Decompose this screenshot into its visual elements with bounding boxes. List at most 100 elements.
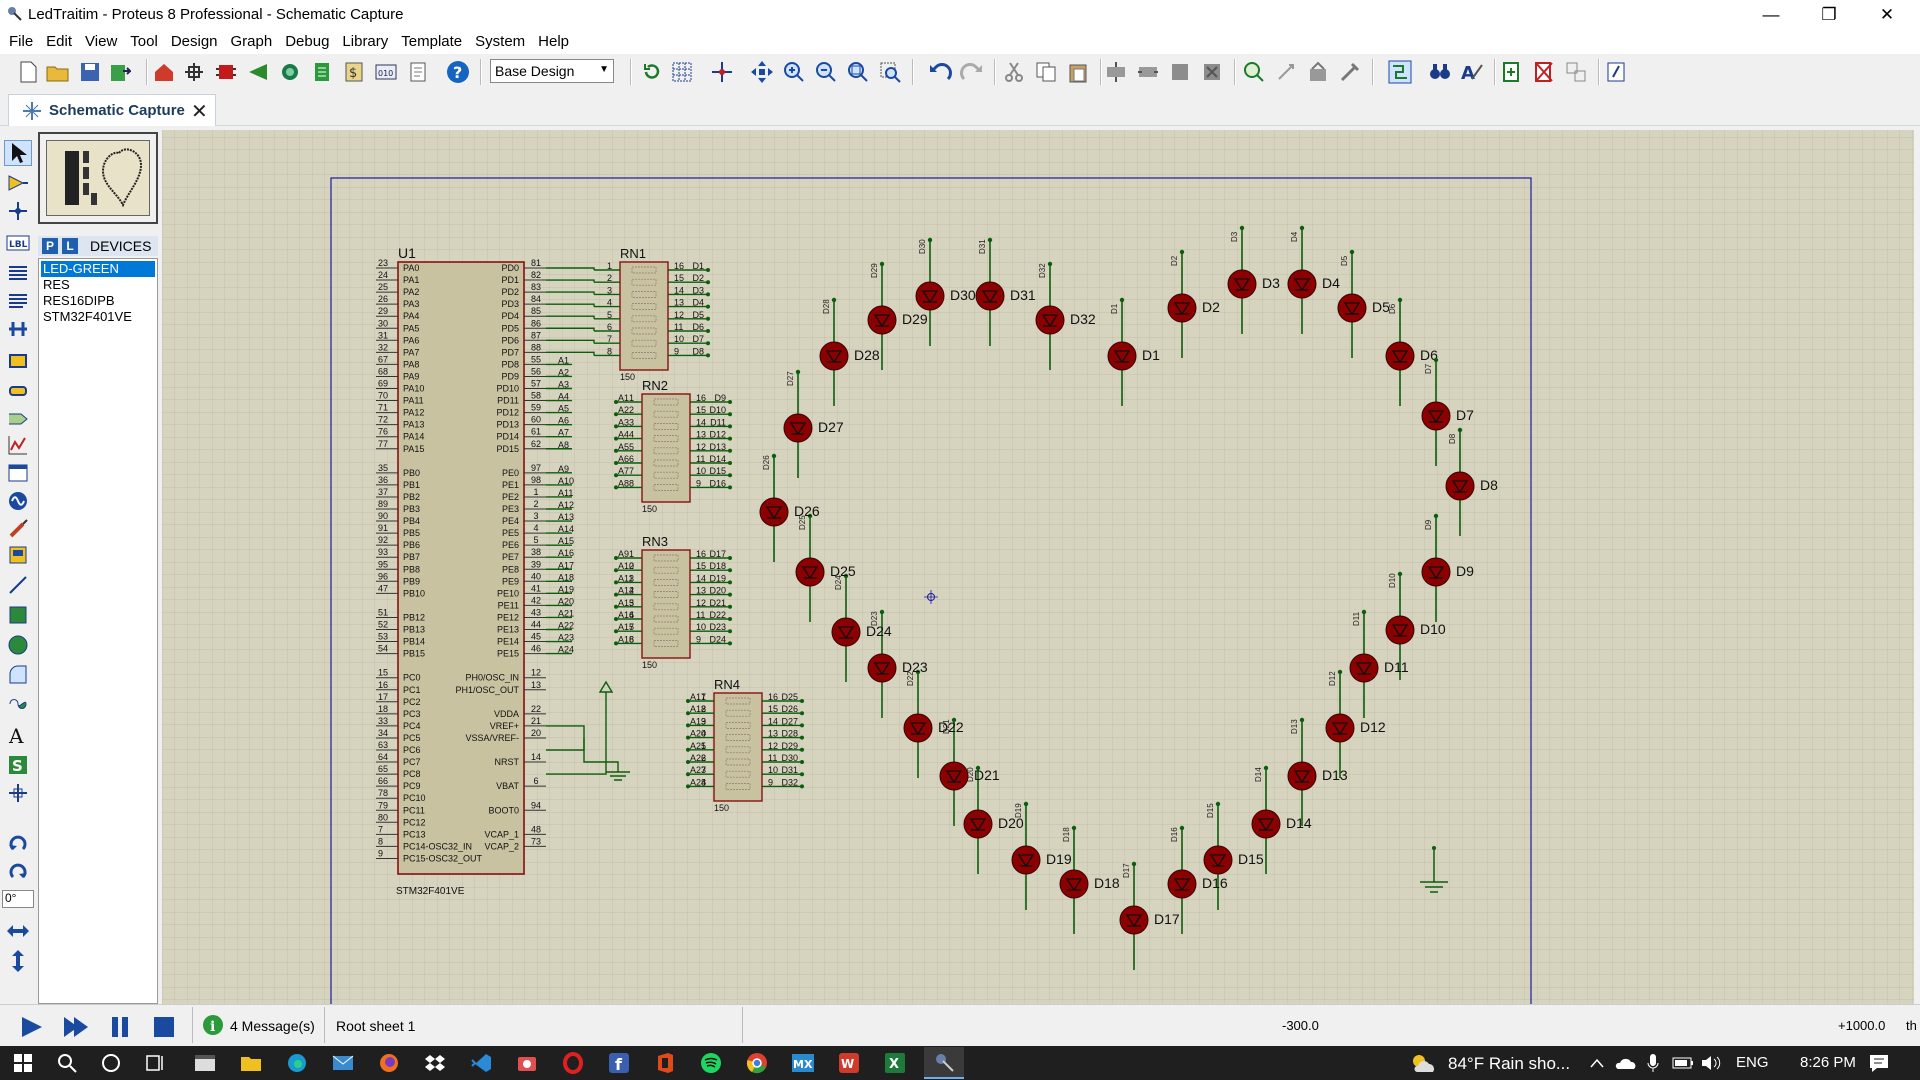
device-item[interactable]: LED-GREEN — [41, 261, 155, 277]
marker-mode-icon[interactable] — [4, 780, 32, 806]
app-window-icon[interactable] — [190, 1050, 220, 1076]
text-script-mode-icon[interactable] — [4, 260, 32, 286]
microphone-icon[interactable] — [1638, 1050, 1668, 1076]
weather-text[interactable]: 84°F Rain sho... — [1448, 1054, 1570, 1074]
closed-path-mode-icon[interactable] — [4, 692, 32, 718]
tab-close-icon[interactable]: ✕ — [191, 99, 208, 124]
messages-count[interactable]: 4 Message(s) — [230, 1018, 315, 1034]
overview-window[interactable] — [38, 132, 158, 224]
dropbox-icon[interactable] — [420, 1050, 450, 1076]
voltage-probe-mode-icon[interactable] — [4, 516, 32, 542]
clock[interactable]: 8:26 PM — [1800, 1054, 1856, 1071]
device-pin-mode-icon[interactable] — [4, 378, 32, 404]
mirror-vertical-icon[interactable] — [4, 948, 32, 974]
decompose-icon[interactable] — [1336, 58, 1364, 86]
vscode-icon[interactable] — [466, 1050, 496, 1076]
menu-help[interactable]: Help — [532, 30, 576, 54]
block-move-icon[interactable] — [1134, 58, 1162, 86]
exit-to-parent-icon[interactable] — [1562, 58, 1590, 86]
menu-system[interactable]: System — [469, 30, 532, 54]
device-item[interactable]: RES — [41, 277, 155, 293]
pcb-icon[interactable] — [212, 58, 240, 86]
tab-schematic-capture[interactable]: Schematic Capture ✕ — [8, 94, 216, 126]
menu-template[interactable]: Template — [395, 30, 469, 54]
zoom-out-icon[interactable] — [812, 58, 840, 86]
zoom-all-icon[interactable] — [844, 58, 872, 86]
schematic-canvas[interactable]: U1STM32F401VE23 PA024 PA125 PA226 PA329 PA430… — [162, 130, 1914, 1004]
junction-mode-icon[interactable] — [4, 198, 32, 224]
virtual-instruments-mode-icon[interactable] — [4, 542, 32, 568]
camera-app-icon[interactable] — [512, 1050, 542, 1076]
property-assignment-icon[interactable]: A — [1458, 58, 1486, 86]
firefox-icon[interactable] — [374, 1050, 404, 1076]
design-select[interactable]: Base Design ▼ — [490, 59, 614, 83]
cost-icon[interactable]: $ — [340, 58, 368, 86]
cortana-icon[interactable] — [96, 1050, 126, 1076]
copy-icon[interactable] — [1032, 58, 1060, 86]
terminal-mode-icon[interactable] — [4, 348, 32, 374]
help-icon[interactable]: ? — [444, 58, 472, 86]
windows-start-icon[interactable] — [8, 1050, 38, 1076]
zoom-in-icon[interactable] — [780, 58, 808, 86]
proteus-taskbar-icon[interactable] — [924, 1047, 964, 1079]
play-icon[interactable] — [18, 1015, 44, 1043]
step-icon[interactable] — [62, 1015, 90, 1043]
rotate-clockwise-icon[interactable] — [4, 830, 32, 856]
open-folder-icon[interactable] — [44, 58, 72, 86]
chevron-up-icon[interactable] — [1582, 1050, 1612, 1076]
remove-sheet-icon[interactable] — [1530, 58, 1558, 86]
menu-debug[interactable]: Debug — [279, 30, 336, 54]
battery-icon[interactable] — [1668, 1050, 1698, 1076]
3d-view-icon[interactable] — [244, 58, 272, 86]
search-icon[interactable] — [52, 1050, 82, 1076]
task-view-icon[interactable] — [140, 1050, 170, 1076]
cut-icon[interactable] — [1000, 58, 1028, 86]
block-rotate-icon[interactable] — [1166, 58, 1194, 86]
zoom-area-icon[interactable] — [876, 58, 904, 86]
component-mode-icon[interactable] — [4, 170, 32, 196]
library-manager-button[interactable]: L — [62, 238, 78, 254]
electrical-rule-check-icon[interactable] — [1602, 58, 1630, 86]
mail-icon[interactable] — [328, 1050, 358, 1076]
pause-icon[interactable] — [108, 1015, 132, 1043]
device-item[interactable]: RES16DIPB — [41, 293, 155, 309]
office-icon[interactable] — [650, 1050, 680, 1076]
vsm-studio-icon[interactable]: 010 — [372, 58, 400, 86]
refresh-icon[interactable] — [638, 58, 666, 86]
redo-icon[interactable] — [958, 58, 986, 86]
notifications-icon[interactable] — [1864, 1050, 1894, 1076]
subcircuit-mode-icon[interactable] — [4, 316, 32, 342]
packaging-tool-icon[interactable] — [1304, 58, 1332, 86]
minimize-button[interactable]: — — [1742, 0, 1800, 30]
onedrive-icon[interactable] — [1610, 1050, 1640, 1076]
text-mode-icon[interactable]: A — [4, 722, 32, 748]
box-mode-icon[interactable] — [4, 602, 32, 628]
import-icon[interactable] — [106, 58, 134, 86]
menu-library[interactable]: Library — [336, 30, 395, 54]
menu-edit[interactable]: Edit — [40, 30, 79, 54]
wire-autorouter-icon[interactable] — [1386, 58, 1414, 86]
spotify-icon[interactable] — [696, 1050, 726, 1076]
rotate-anticlockwise-icon[interactable] — [4, 858, 32, 884]
new-file-icon[interactable] — [14, 58, 42, 86]
menu-tool[interactable]: Tool — [124, 30, 165, 54]
edge-icon[interactable] — [282, 1050, 312, 1076]
close-button[interactable]: ✕ — [1858, 0, 1916, 30]
wire-label-mode-icon[interactable]: LBL — [4, 230, 32, 256]
volume-icon[interactable] — [1696, 1050, 1726, 1076]
restore-button[interactable]: ❐ — [1800, 0, 1858, 30]
facebook-icon[interactable]: f — [604, 1050, 634, 1076]
new-sheet-icon[interactable] — [1498, 58, 1526, 86]
circle-mode-icon[interactable] — [4, 632, 32, 658]
info-icon[interactable]: i — [202, 1014, 224, 1040]
paste-icon[interactable] — [1064, 58, 1092, 86]
pick-device-icon[interactable] — [1240, 58, 1268, 86]
make-device-icon[interactable] — [1272, 58, 1300, 86]
save-icon[interactable] — [76, 58, 104, 86]
menu-view[interactable]: View — [79, 30, 124, 54]
home-icon[interactable] — [150, 58, 178, 86]
origin-icon[interactable] — [708, 58, 736, 86]
symbol-mode-icon[interactable]: S — [4, 752, 32, 778]
menu-design[interactable]: Design — [165, 30, 225, 54]
mx-app-icon[interactable]: MX — [788, 1050, 818, 1076]
